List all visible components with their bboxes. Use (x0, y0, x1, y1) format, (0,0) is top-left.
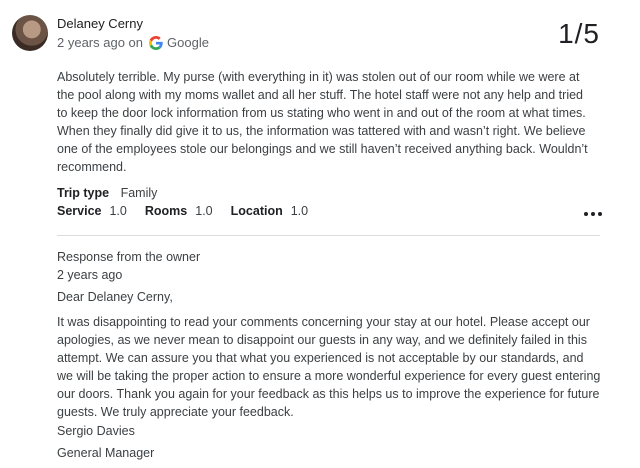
review-text: Absolutely terrible. My purse (with ever… (57, 70, 588, 174)
owner-response-label: Response from the owner (57, 250, 201, 264)
rating-label: Service (57, 204, 102, 218)
divider (57, 235, 600, 236)
trip-type: Trip type Family (57, 186, 157, 200)
review-counter: 1/5 (558, 18, 600, 49)
owner-response-signer-title: General Manager (57, 446, 155, 460)
rating-rooms: Rooms 1.0 (145, 204, 213, 218)
ratings-row: Service 1.0 Rooms 1.0 Location 1.0 (57, 204, 326, 218)
more-horizontal-icon (584, 212, 588, 216)
owner-response-body: It was disappointing to read your commen… (57, 315, 601, 419)
avatar[interactable] (12, 15, 48, 51)
rating-value: 1.0 (109, 204, 127, 218)
owner-response-time: 2 years ago (57, 268, 123, 282)
more-horizontal-icon (591, 212, 595, 216)
more-horizontal-icon (598, 212, 602, 216)
rating-location: Location 1.0 (231, 204, 308, 218)
review-meta: 2 years ago on Google (57, 35, 209, 50)
trip-type-label: Trip type (57, 186, 110, 200)
rating-value: 1.0 (290, 204, 309, 218)
more-options-button[interactable] (584, 208, 602, 220)
review-time: 2 years ago on (57, 35, 144, 50)
review-source: Google (167, 35, 209, 50)
owner-response-greeting: Dear Delaney Cerny, (57, 290, 173, 304)
rating-value: 1.0 (195, 204, 213, 218)
rating-service: Service 1.0 (57, 204, 127, 218)
rating-label: Location (230, 204, 283, 218)
owner-response-signer: Sergio Davies (57, 424, 135, 438)
rating-label: Rooms (144, 204, 188, 218)
reviewer-name[interactable]: Delaney Cerny (57, 16, 143, 31)
google-g-icon (149, 35, 163, 50)
trip-type-value: Family (120, 186, 158, 200)
